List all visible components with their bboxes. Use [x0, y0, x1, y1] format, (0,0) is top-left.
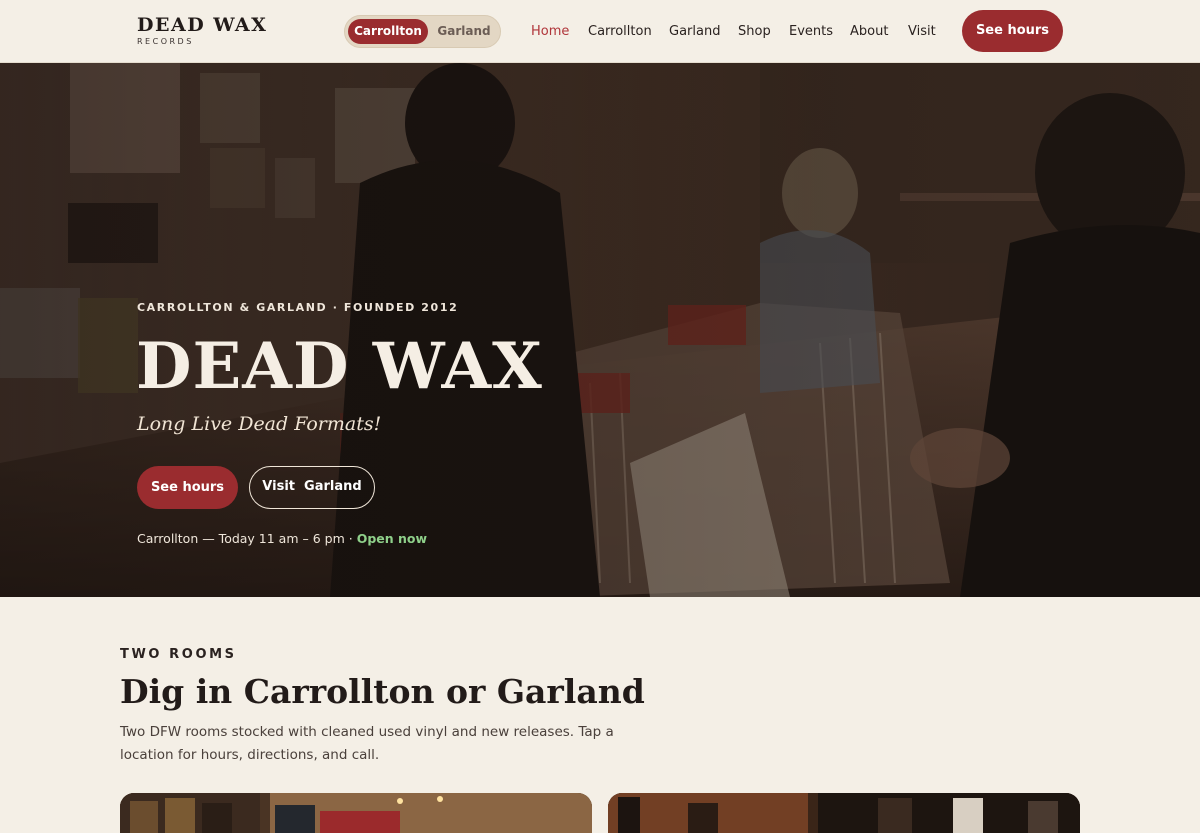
location-card-garland[interactable] [608, 793, 1080, 833]
hero-tagline: Long Live Dead Formats! [137, 413, 382, 435]
nav-garland[interactable]: Garland [669, 23, 720, 40]
carrollton-photo [120, 793, 592, 833]
logo[interactable]: DEAD WAX RECORDS [137, 14, 267, 47]
logo-wordmark: DEAD WAX [137, 14, 268, 36]
location-toggle-carrollton[interactable]: Carrollton [348, 19, 428, 44]
section-description: Two DFW rooms stocked with cleaned used … [120, 724, 614, 763]
site-header: DEAD WAX RECORDS Carrollton Garland Home… [0, 0, 1200, 63]
hero-hours-status: Carrollton — Today 11 am – 6 pm · Open n… [137, 531, 427, 546]
location-toggle: Carrollton Garland [344, 15, 501, 48]
nav-about[interactable]: About [850, 23, 888, 40]
see-hours-header-button[interactable]: See hours [962, 10, 1063, 52]
nav-carrollton[interactable]: Carrollton [588, 23, 652, 40]
nav-home[interactable]: Home [531, 23, 569, 40]
hero-title: DEAD WAX [136, 329, 543, 404]
nav-shop[interactable]: Shop [738, 23, 771, 40]
nav-events[interactable]: Events [789, 23, 833, 40]
hero-kicker: CARROLLTON & GARLAND · FOUNDED 2012 [137, 301, 459, 314]
hero: CARROLLTON & GARLAND · FOUNDED 2012 DEAD… [0, 63, 1200, 597]
visit-garland-button[interactable]: Visit Garland [249, 466, 375, 509]
logo-subtitle: RECORDS [137, 37, 194, 46]
section-title: Dig in Carrollton or Garland [120, 672, 645, 711]
nav-visit[interactable]: Visit [908, 23, 936, 40]
garland-photo [608, 793, 1080, 833]
open-now-badge: Open now [356, 531, 428, 546]
location-card-carrollton[interactable] [120, 793, 592, 833]
see-hours-button[interactable]: See hours [137, 466, 238, 509]
location-toggle-garland[interactable]: Garland [429, 19, 499, 44]
section-kicker: TWO ROOMS [120, 647, 237, 662]
hours-text: Carrollton — Today 11 am – 6 pm · [137, 531, 353, 546]
